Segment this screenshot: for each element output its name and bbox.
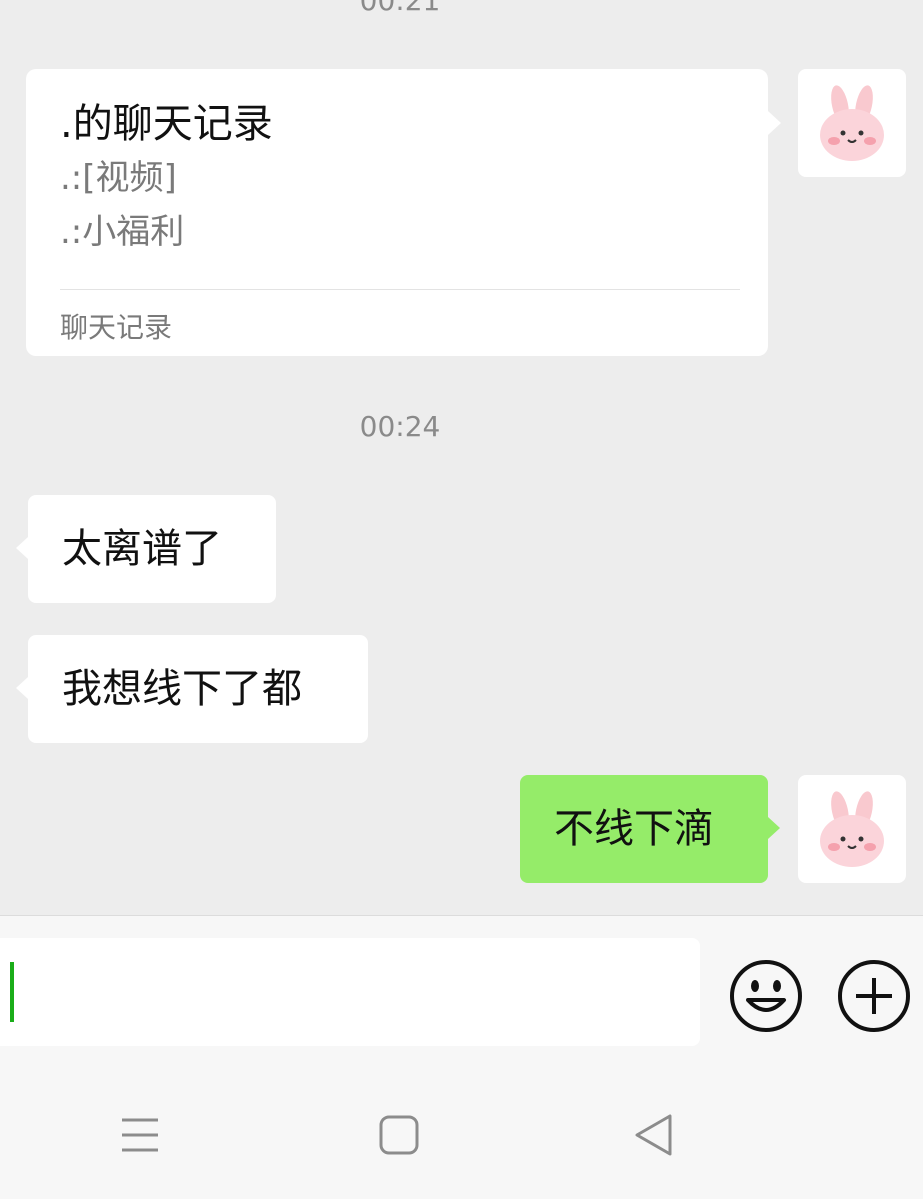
my-avatar[interactable] [798,775,906,883]
bunny-avatar-icon [820,85,884,161]
card-divider [60,289,740,290]
text-caret [10,962,14,1022]
smiley-icon[interactable] [728,958,804,1034]
back-triangle-icon[interactable] [632,1112,674,1158]
plus-circle-icon[interactable] [836,958,912,1034]
card-line-1: .:[视频] [60,158,177,198]
message-bubble-incoming[interactable]: 我想线下了都 [16,635,368,743]
card-footer: 聊天记录 [60,311,173,344]
menu-icon[interactable] [120,1116,160,1154]
timestamp: 00:24 [359,410,441,443]
message-bubble-outgoing[interactable]: 不线下滴 [520,775,780,883]
chat-history-card[interactable]: .的聊天记录 .:[视频] .:小福利 聊天记录 [26,69,781,356]
home-square-icon[interactable] [378,1114,420,1156]
card-line-2: .:小福利 [60,212,185,252]
timestamp-top: 00:21 [359,0,441,17]
message-bubble-incoming[interactable]: 太离谱了 [16,495,276,603]
my-avatar[interactable] [798,69,906,177]
message-input[interactable] [0,938,700,1046]
card-title: .的聊天记录 [60,101,273,147]
bunny-avatar-icon [820,791,884,867]
